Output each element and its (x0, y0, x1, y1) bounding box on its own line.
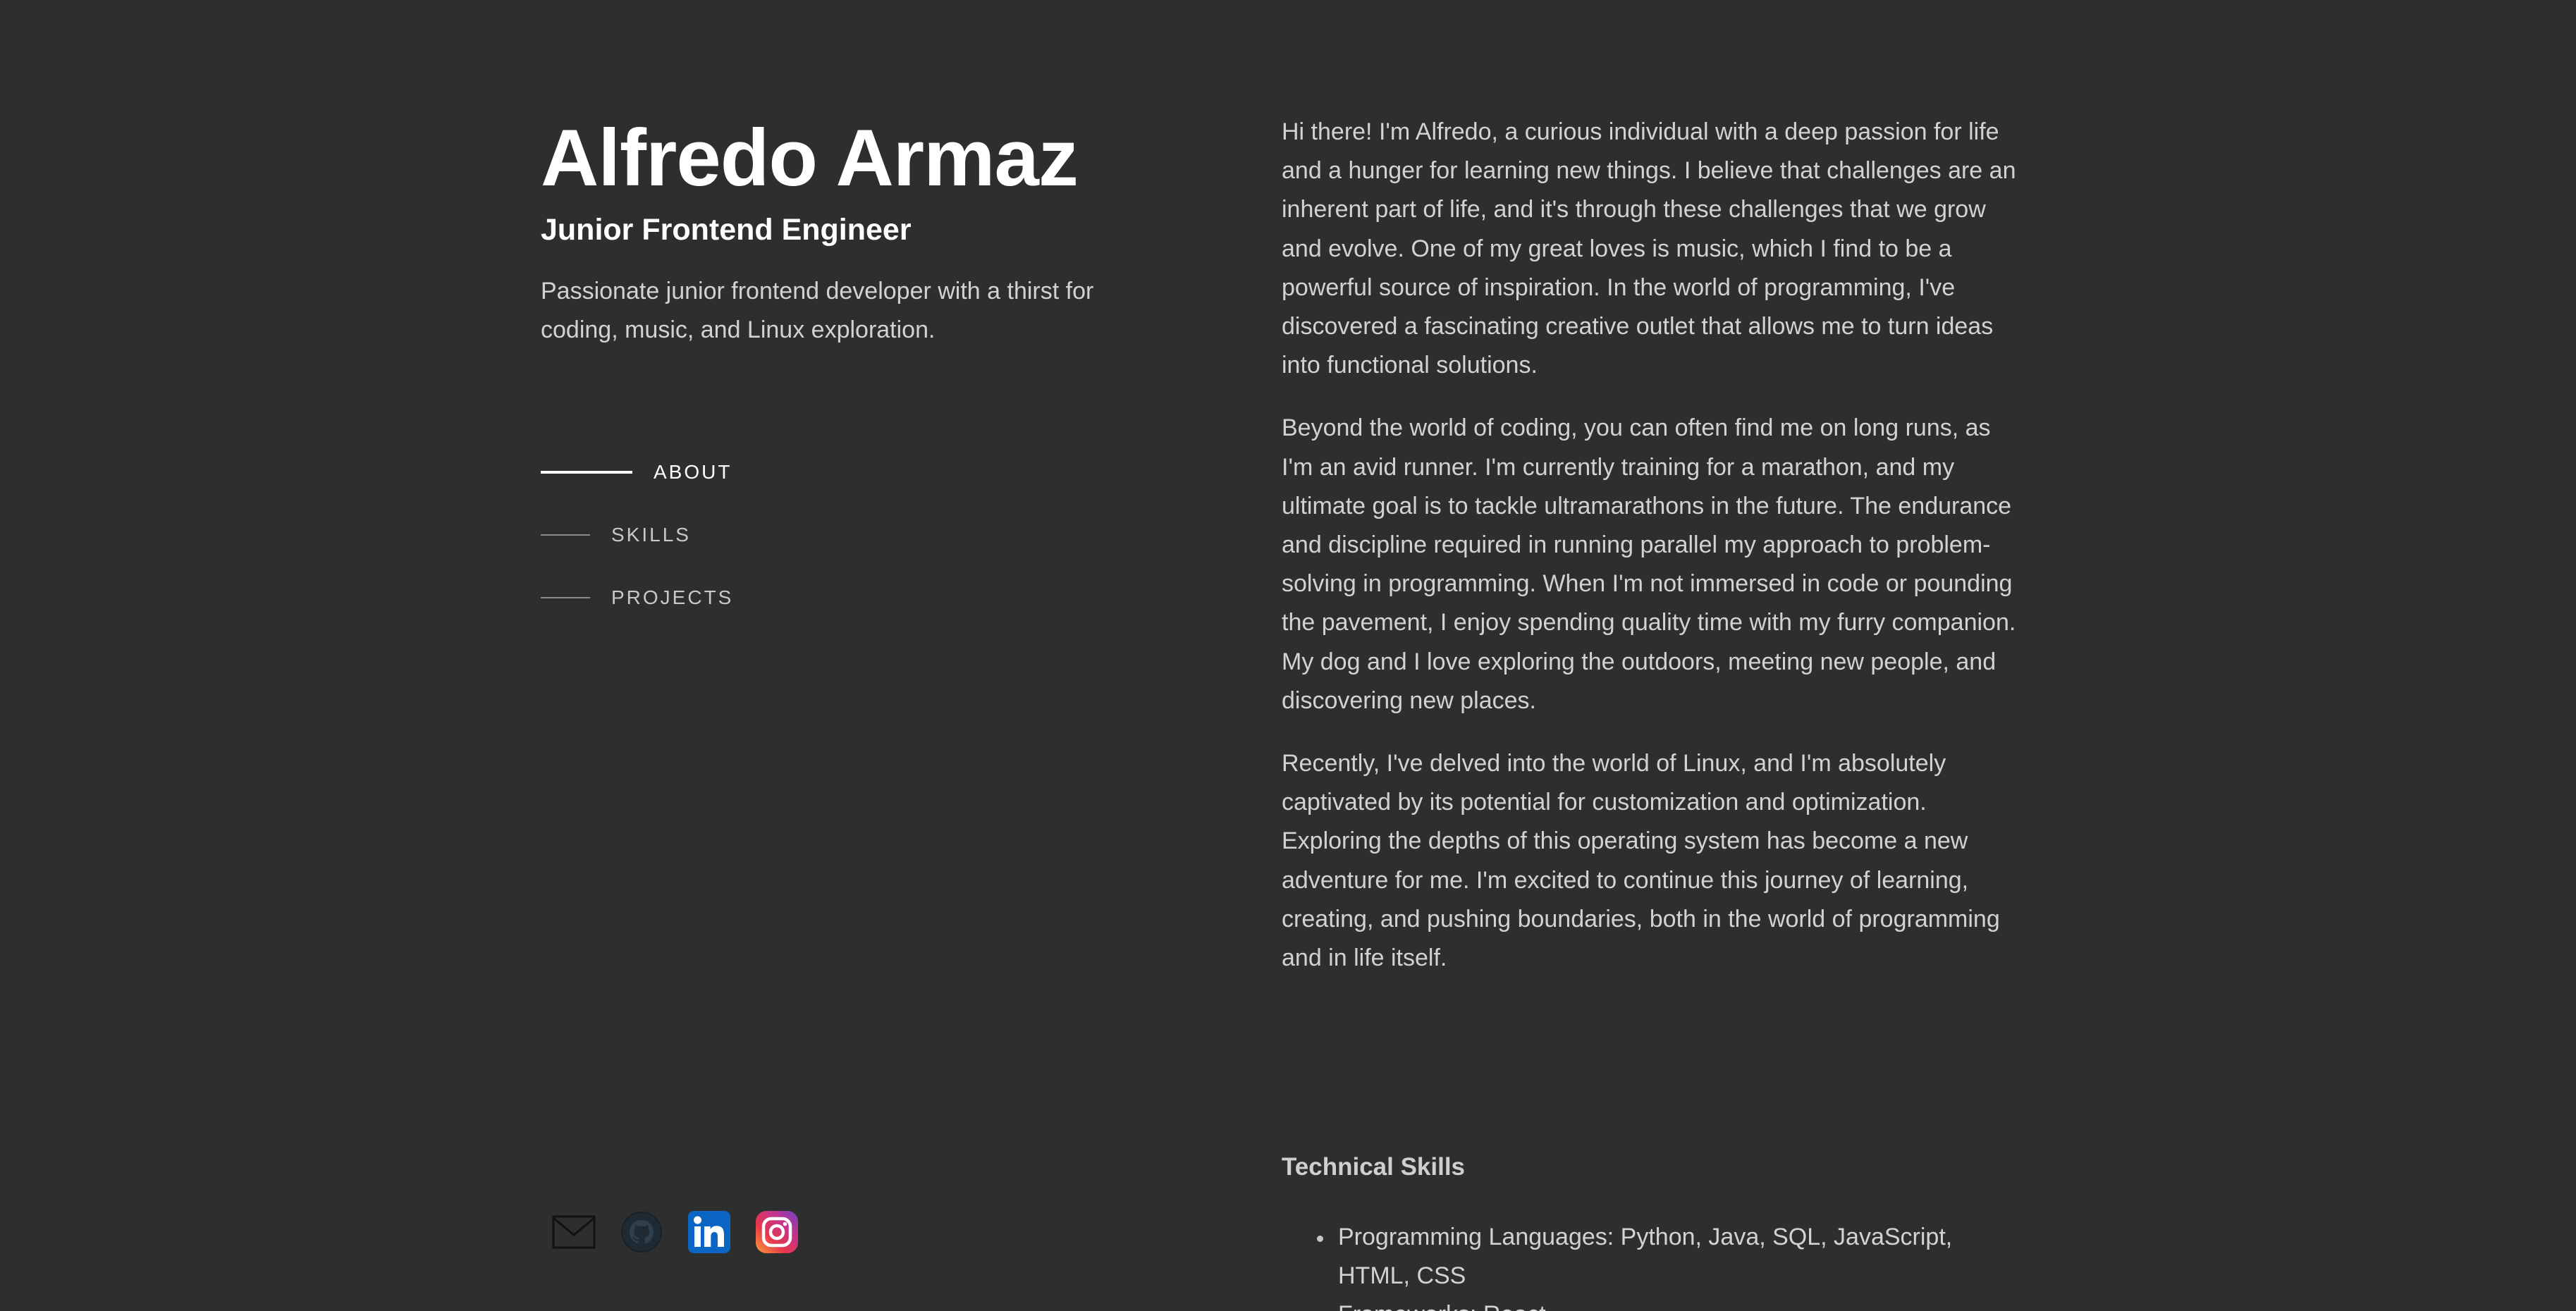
section-nav: ABOUT SKILLS PROJECTS (541, 454, 733, 642)
skill-item: Programming Languages: Python, Java, SQL… (1317, 1218, 1973, 1295)
profile-role: Junior Frontend Engineer (541, 213, 912, 247)
nav-item-projects[interactable]: PROJECTS (541, 579, 733, 616)
mail-icon (552, 1215, 596, 1249)
skills-list: Programming Languages: Python, Java, SQL… (1282, 1218, 2022, 1311)
skills-section: Technical Skills Programming Languages: … (1282, 1147, 2022, 1311)
profile-tagline: Passionate junior frontend developer wit… (541, 278, 1094, 343)
instagram-link[interactable] (755, 1210, 799, 1254)
github-link[interactable] (620, 1210, 663, 1254)
mail-link[interactable] (552, 1210, 596, 1254)
skill-item: Frameworks: React (1338, 1295, 1973, 1311)
social-links (552, 1210, 799, 1254)
about-paragraph: Beyond the world of coding, you can ofte… (1282, 414, 2016, 714)
nav-indicator-line (541, 597, 590, 598)
page: Alfredo Armaz Junior Frontend Engineer P… (0, 0, 2576, 1311)
nav-label: SKILLS (611, 524, 691, 546)
nav-item-skills[interactable]: SKILLS (541, 517, 733, 553)
nav-indicator-line (541, 471, 632, 474)
profile-header: Alfredo Armaz Junior Frontend Engineer P… (541, 113, 1147, 350)
about-paragraph: Hi there! I'm Alfredo, a curious individ… (1282, 118, 2016, 379)
nav-label: ABOUT (654, 461, 732, 483)
nav-item-about[interactable]: ABOUT (541, 454, 733, 491)
nav-label: PROJECTS (611, 586, 734, 608)
about-section: Hi there! I'm Alfredo, a curious individ… (1282, 113, 2022, 1002)
instagram-icon (756, 1211, 798, 1253)
about-paragraph: Recently, I've delved into the world of … (1282, 750, 2000, 972)
linkedin-link[interactable] (687, 1210, 731, 1254)
skills-title: Technical Skills (1282, 1153, 1466, 1181)
linkedin-icon (688, 1211, 730, 1253)
nav-indicator-line (541, 534, 590, 536)
github-icon (621, 1212, 662, 1252)
profile-name: Alfredo Armaz (541, 113, 1079, 203)
